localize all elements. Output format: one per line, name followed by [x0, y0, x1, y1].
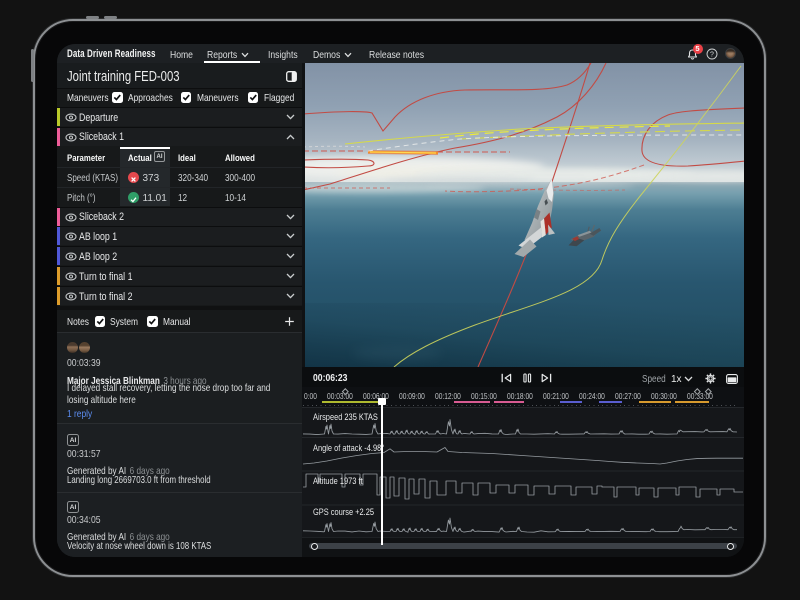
- svg-text:?: ?: [710, 51, 714, 58]
